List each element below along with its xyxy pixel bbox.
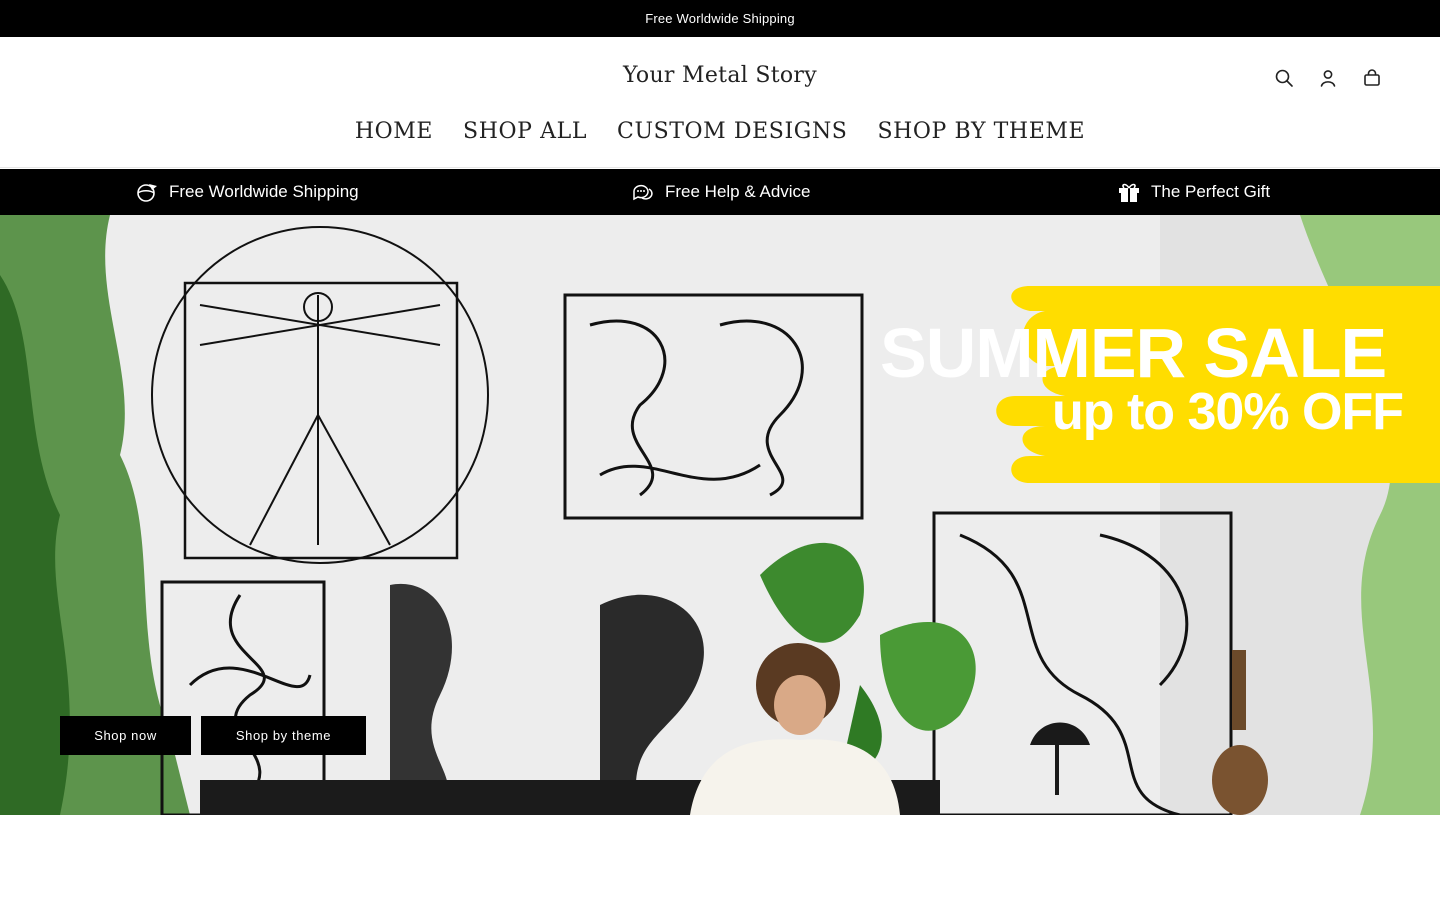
usp-item-gift: The Perfect Gift	[1117, 169, 1270, 215]
site-logo[interactable]: Your Metal Story	[0, 63, 1440, 88]
sale-title: SUMMER SALE	[880, 314, 1387, 392]
nav-shop-all[interactable]: SHOP ALL	[463, 119, 587, 144]
gift-icon	[1119, 183, 1139, 202]
usp-label-help: Free Help & Advice	[665, 182, 811, 201]
announcement-bar: Free Worldwide Shipping	[0, 0, 1440, 37]
usp-label-gift: The Perfect Gift	[1151, 182, 1271, 201]
shop-by-theme-button[interactable]: Shop by theme	[201, 716, 366, 755]
main-nav: HOME SHOP ALL CUSTOM DESIGNS SHOP BY THE…	[0, 119, 1440, 144]
nav-home[interactable]: HOME	[355, 119, 433, 144]
nav-shop-by-theme[interactable]: SHOP BY THEME	[877, 119, 1085, 144]
usp-label-shipping: Free Worldwide Shipping	[169, 182, 359, 201]
cart-icon[interactable]	[1362, 68, 1382, 88]
featured-themes-section	[0, 815, 1440, 900]
site-header: Your Metal Story HOME SHOP ALL CUSTOM DE…	[0, 37, 1440, 168]
chat-bubbles-icon	[633, 184, 653, 201]
usp-item-shipping: Free Worldwide Shipping	[135, 169, 359, 215]
shop-now-button[interactable]: Shop now	[60, 716, 191, 755]
usp-bar: Free Worldwide Shipping Free Help & Advi…	[0, 169, 1440, 215]
account-icon[interactable]	[1318, 68, 1338, 88]
announcement-text: Free Worldwide Shipping	[645, 11, 795, 26]
search-icon[interactable]	[1274, 68, 1294, 88]
hero-banner[interactable]: SUMMER SALE up to 30% OFF Shop now Shop …	[0, 215, 1440, 815]
header-icons	[1274, 68, 1382, 88]
globe-plane-icon	[137, 184, 157, 202]
nav-custom-designs[interactable]: CUSTOM DESIGNS	[617, 119, 847, 144]
sale-subtitle: up to 30% OFF	[1052, 383, 1404, 441]
usp-item-help: Free Help & Advice	[631, 169, 811, 215]
